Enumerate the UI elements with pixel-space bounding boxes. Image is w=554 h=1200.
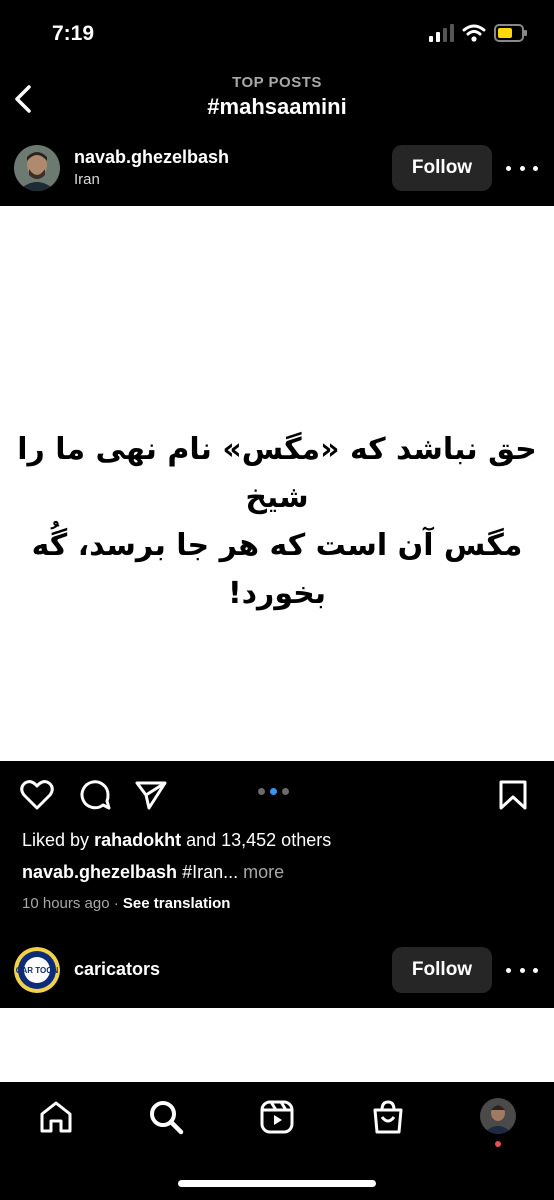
caricators-logo: CAR TOON bbox=[14, 947, 60, 993]
follow-button[interactable]: Follow bbox=[392, 947, 492, 993]
status-time: 7:19 bbox=[52, 22, 95, 45]
poem-line-2: مگس آن است که هر جا برسد، گُه بخورد! bbox=[31, 528, 523, 611]
carousel-dot-active bbox=[270, 788, 277, 795]
caption-text: #Iran... bbox=[182, 862, 239, 882]
likes-line: Liked by rahadokht and 13,452 others bbox=[22, 830, 331, 851]
post-timestamp: 10 hours ago bbox=[22, 895, 110, 912]
send-icon[interactable] bbox=[134, 779, 168, 811]
logo-text: CAR TOON bbox=[16, 966, 59, 975]
carousel-dot bbox=[282, 788, 289, 795]
post-image[interactable]: حق نباشد که «مگس» نام نهی ما را شیخ مگس … bbox=[0, 206, 554, 761]
post-image[interactable] bbox=[0, 1008, 554, 1082]
bookmark-icon[interactable] bbox=[498, 779, 528, 811]
signal-icon bbox=[429, 24, 454, 42]
search-icon[interactable] bbox=[148, 1099, 184, 1135]
poem-line-1: حق نباشد که «مگس» نام نهی ما را شیخ bbox=[17, 432, 537, 515]
home-icon[interactable] bbox=[38, 1099, 74, 1135]
profile-photo bbox=[14, 145, 60, 191]
post-meta: 10 hours ago · See translation bbox=[22, 895, 230, 912]
notification-dot bbox=[495, 1141, 501, 1147]
battery-icon bbox=[494, 24, 527, 42]
profile-avatar bbox=[480, 1098, 516, 1134]
header-kicker: TOP POSTS bbox=[232, 74, 322, 91]
wifi-icon bbox=[462, 24, 486, 42]
heart-icon[interactable] bbox=[20, 779, 54, 811]
likes-prefix: Liked by bbox=[22, 830, 90, 850]
avatar[interactable] bbox=[14, 145, 60, 191]
more-options-icon[interactable] bbox=[506, 960, 538, 980]
likes-suffix[interactable]: and 13,452 others bbox=[186, 830, 331, 850]
home-indicator bbox=[178, 1180, 376, 1187]
carousel-indicator bbox=[258, 788, 289, 795]
post-header: CAR TOON caricators Follow bbox=[0, 938, 554, 1000]
post-header: navab.ghezelbash Iran Follow bbox=[0, 137, 554, 199]
avatar[interactable]: CAR TOON bbox=[14, 947, 60, 993]
reels-icon[interactable] bbox=[259, 1099, 295, 1135]
status-icons bbox=[428, 24, 528, 42]
caption-line: navab.ghezelbash #Iran... more bbox=[22, 862, 284, 883]
post-location[interactable]: Iran bbox=[74, 171, 100, 188]
post-username[interactable]: caricators bbox=[74, 959, 160, 980]
hashtag-title: #mahsaamini bbox=[207, 94, 347, 119]
more-options-icon[interactable] bbox=[506, 158, 538, 178]
status-bar: 7:19 bbox=[0, 0, 554, 70]
post-actions bbox=[0, 775, 554, 815]
post-image-text: حق نباشد که «مگس» نام نهی ما را شیخ مگس … bbox=[0, 426, 554, 618]
caption-username[interactable]: navab.ghezelbash bbox=[22, 862, 177, 882]
meta-separator: · bbox=[113, 895, 119, 912]
follow-button[interactable]: Follow bbox=[392, 145, 492, 191]
profile-icon[interactable] bbox=[480, 1098, 516, 1134]
caption-more-link[interactable]: more bbox=[243, 862, 284, 882]
post-username[interactable]: navab.ghezelbash bbox=[74, 147, 229, 168]
comment-icon[interactable] bbox=[78, 778, 112, 812]
shop-icon[interactable] bbox=[370, 1099, 406, 1135]
liker-username[interactable]: rahadokht bbox=[94, 830, 181, 850]
carousel-dot bbox=[258, 788, 265, 795]
page-header: TOP POSTS #mahsaamini bbox=[0, 70, 554, 130]
see-translation-link[interactable]: See translation bbox=[123, 895, 231, 912]
